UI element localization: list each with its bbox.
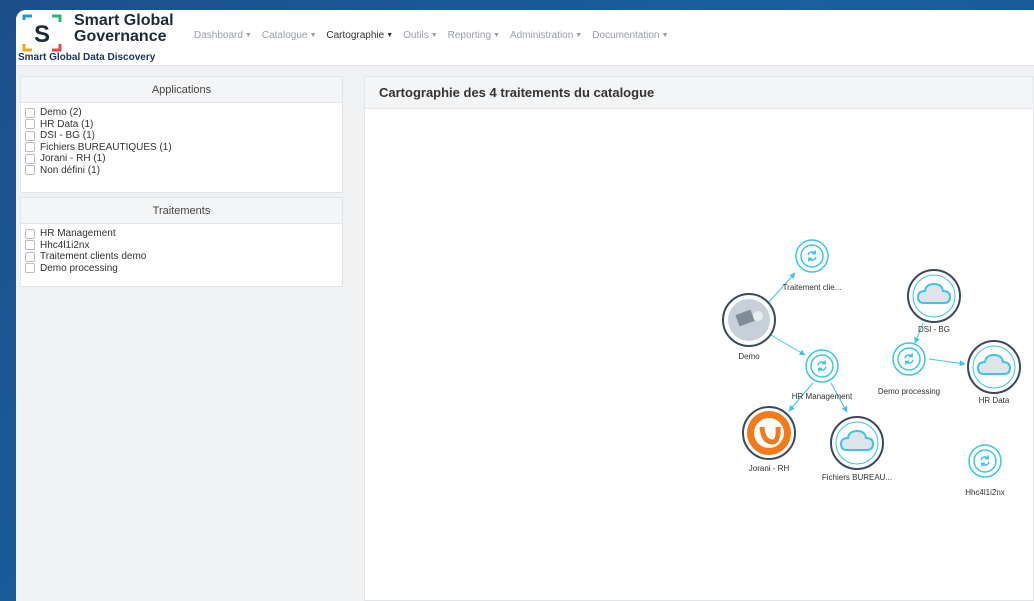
nav-label: Cartographie bbox=[326, 30, 385, 41]
applications-panel: Applications Demo (2) HR Data (1) DSI - … bbox=[20, 76, 343, 193]
application-filter-item[interactable]: HR Data (1) bbox=[25, 119, 338, 131]
nav-documentation[interactable]: Documentation ▼ bbox=[592, 30, 668, 41]
checkbox[interactable] bbox=[25, 165, 35, 176]
graph-node-hr-management[interactable]: HR Management bbox=[792, 349, 853, 401]
caret-down-icon: ▼ bbox=[493, 32, 500, 39]
traitement-filter-item[interactable]: Hhc4l1i2nx bbox=[25, 240, 338, 252]
node-label: HR Data bbox=[979, 396, 1010, 405]
checkbox[interactable] bbox=[25, 142, 35, 153]
brand-title: Smart Global Governance bbox=[74, 13, 194, 45]
application-filter-item[interactable]: Demo (2) bbox=[25, 107, 338, 119]
traitements-panel-title: Traitements bbox=[21, 198, 342, 224]
nav-administration[interactable]: Administration ▼ bbox=[510, 30, 582, 41]
nav-label: Reporting bbox=[447, 30, 491, 41]
checkbox[interactable] bbox=[25, 251, 35, 262]
checkbox-label: Demo processing bbox=[40, 262, 118, 274]
traitements-panel: Traitements HR Management Hhc4l1i2nx Tra… bbox=[20, 197, 343, 287]
caret-down-icon: ▼ bbox=[309, 32, 317, 39]
graph-node-traitement-clients[interactable]: Traitement clie... bbox=[783, 239, 842, 292]
checkbox-label: Hhc4l1i2nx bbox=[40, 239, 90, 251]
brand-title-line2: Governance bbox=[74, 28, 167, 45]
graph-node-demo-processing[interactable]: Demo processing bbox=[878, 342, 940, 396]
logo-icon[interactable]: S bbox=[20, 14, 64, 52]
nav-cartographie[interactable]: Cartographie ▼ bbox=[326, 30, 393, 41]
logo-letter: S bbox=[34, 21, 50, 48]
application-filter-item[interactable]: Non défini (1) bbox=[25, 165, 338, 177]
checkbox-label: Fichiers BUREAUTIQUES (1) bbox=[40, 141, 172, 153]
nav-label: Administration bbox=[509, 30, 574, 41]
checkbox[interactable] bbox=[25, 263, 35, 274]
checkbox[interactable] bbox=[25, 240, 35, 251]
node-label: Hhc4l1i2nx bbox=[965, 488, 1005, 497]
app-window: S Smart Global Governance Smart Global D… bbox=[16, 10, 1034, 601]
traitements-list: HR Management Hhc4l1i2nx Traitement clie… bbox=[21, 224, 342, 278]
checkbox[interactable] bbox=[25, 228, 35, 239]
checkbox[interactable] bbox=[25, 119, 35, 130]
cartography-panel: Cartographie des 4 traitements du catalo… bbox=[364, 76, 1034, 601]
traitement-filter-item[interactable]: HR Management bbox=[25, 228, 338, 240]
checkbox-label: DSI - BG (1) bbox=[40, 130, 96, 142]
node-label: Jorani - RH bbox=[749, 464, 790, 473]
traitement-filter-item[interactable]: Demo processing bbox=[25, 263, 338, 275]
applications-panel-title: Applications bbox=[21, 77, 342, 103]
caret-down-icon: ▼ bbox=[244, 32, 252, 39]
application-filter-item[interactable]: Fichiers BUREAUTIQUES (1) bbox=[25, 142, 338, 154]
nav-dashboard[interactable]: Dashboard ▼ bbox=[194, 30, 252, 41]
node-label: Fichiers BUREAU... bbox=[822, 473, 892, 482]
brand-subtitle: Smart Global Data Discovery bbox=[18, 52, 156, 63]
nav-label: Dashboard bbox=[194, 30, 243, 41]
application-filter-item[interactable]: Jorani - RH (1) bbox=[25, 153, 338, 165]
cartography-graph[interactable]: Traitement clie... Demo HR Management Jo… bbox=[365, 109, 1034, 601]
node-label: HR Management bbox=[792, 392, 853, 401]
graph-node-fichiers[interactable]: Fichiers BUREAU... bbox=[822, 416, 892, 482]
top-header: S Smart Global Governance Smart Global D… bbox=[16, 10, 1034, 66]
graph-node-jorani[interactable]: Jorani - RH bbox=[742, 406, 796, 473]
cartography-title: Cartographie des 4 traitements du catalo… bbox=[365, 77, 1033, 109]
nav-label: Catalogue bbox=[261, 30, 308, 41]
graph-node-hr-data[interactable]: HR Data bbox=[967, 340, 1021, 405]
checkbox-label: HR Management bbox=[40, 228, 116, 240]
application-filter-item[interactable]: DSI - BG (1) bbox=[25, 130, 338, 142]
caret-down-icon: ▼ bbox=[661, 32, 669, 39]
nav-label: Outils bbox=[403, 30, 429, 41]
checkbox[interactable] bbox=[25, 107, 35, 118]
nav-outils[interactable]: Outils ▼ bbox=[403, 30, 438, 41]
checkbox[interactable] bbox=[25, 130, 35, 141]
caret-down-icon: ▼ bbox=[575, 32, 583, 39]
graph-node-dsi-bg[interactable]: DSI - BG bbox=[907, 269, 961, 334]
applications-list: Demo (2) HR Data (1) DSI - BG (1) Fichie… bbox=[21, 103, 342, 180]
checkbox[interactable] bbox=[25, 153, 35, 164]
nav-label: Documentation bbox=[592, 30, 660, 41]
caret-down-icon: ▼ bbox=[386, 32, 394, 39]
node-label: DSI - BG bbox=[918, 325, 950, 334]
node-label: Demo bbox=[738, 352, 760, 361]
main-nav: Dashboard ▼ Catalogue ▼ Cartographie ▼ Outi… bbox=[194, 30, 668, 41]
checkbox-label: Jorani - RH (1) bbox=[40, 153, 106, 165]
caret-down-icon: ▼ bbox=[430, 32, 438, 39]
nav-reporting[interactable]: Reporting ▼ bbox=[448, 30, 500, 41]
graph-node-hhc[interactable]: Hhc4l1i2nx bbox=[965, 444, 1005, 497]
node-label: Demo processing bbox=[878, 387, 940, 396]
checkbox-label: Demo (2) bbox=[40, 107, 82, 119]
checkbox-label: HR Data (1) bbox=[40, 118, 94, 130]
node-label: Traitement clie... bbox=[783, 283, 842, 292]
graph-node-demo[interactable]: Demo bbox=[722, 293, 776, 361]
traitement-filter-item[interactable]: Traitement clients demo bbox=[25, 251, 338, 263]
checkbox-label: Traitement clients demo bbox=[40, 251, 147, 263]
nav-catalogue[interactable]: Catalogue ▼ bbox=[262, 30, 317, 41]
checkbox-label: Non défini (1) bbox=[40, 164, 101, 176]
brand-title-line1: Smart Global bbox=[74, 12, 174, 29]
